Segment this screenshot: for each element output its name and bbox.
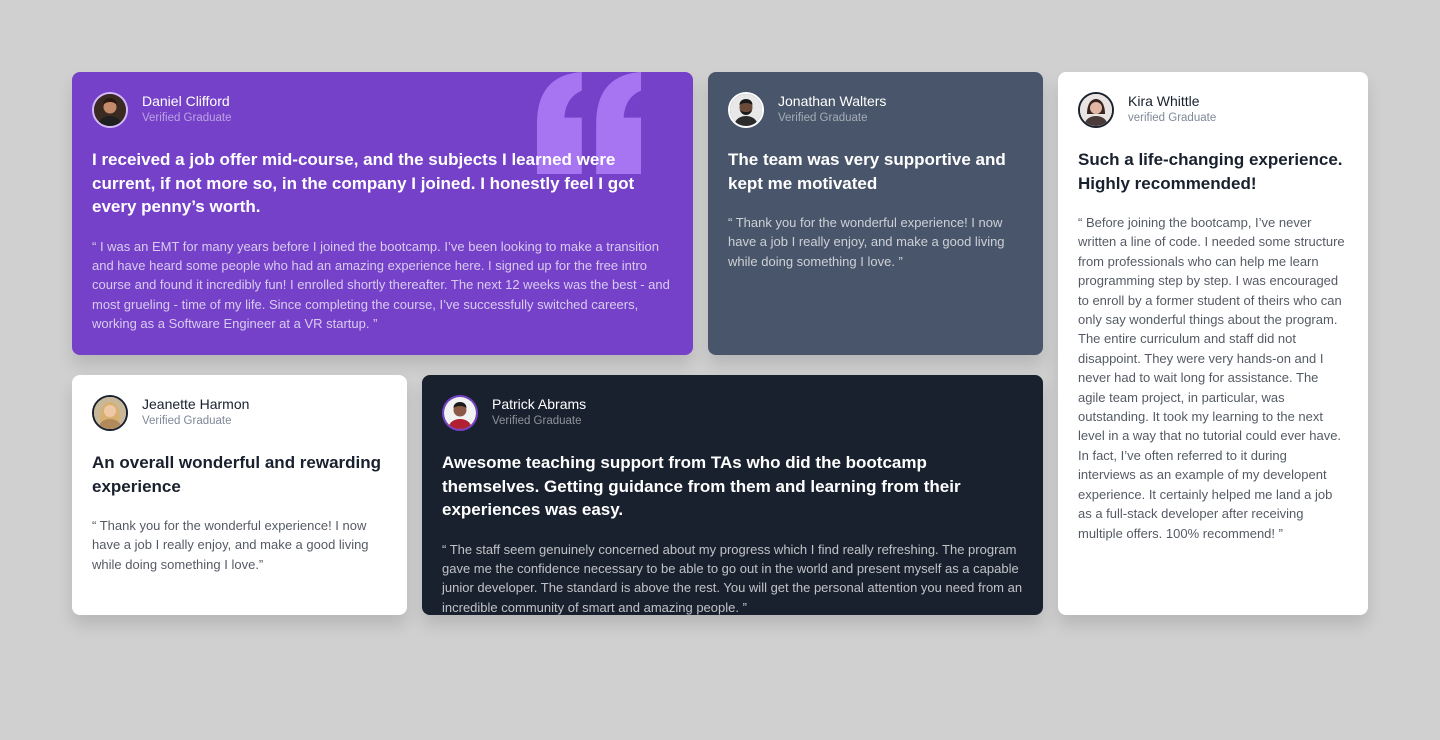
card-header: Daniel Clifford Verified Graduate bbox=[92, 92, 673, 128]
author-name: Kira Whittle bbox=[1128, 93, 1200, 109]
testimonial-body: “ I was an EMT for many years before I j… bbox=[92, 238, 670, 332]
avatar bbox=[728, 92, 764, 128]
testimonial-card-jeanette: Jeanette Harmon Verified Graduate An ove… bbox=[72, 375, 407, 615]
card-header: Patrick Abrams Verified Graduate bbox=[442, 395, 1023, 431]
author-meta: Patrick Abrams Verified Graduate bbox=[492, 396, 586, 430]
author-role: Verified Graduate bbox=[142, 112, 232, 124]
testimonial-card-daniel: Daniel Clifford Verified Graduate I rece… bbox=[72, 72, 693, 355]
author-role: Verified Graduate bbox=[492, 415, 582, 427]
author-name: Jeanette Harmon bbox=[142, 396, 250, 412]
testimonial-headline: Such a life-changing experience. Highly … bbox=[1078, 150, 1343, 193]
testimonial-body: “ Thank you for the wonderful experience… bbox=[92, 518, 369, 572]
testimonial-headline: The team was very supportive and kept me… bbox=[728, 150, 1006, 193]
testimonial-card-kira: Kira Whittle verified Graduate Such a li… bbox=[1058, 72, 1368, 615]
author-name: Patrick Abrams bbox=[492, 396, 587, 412]
author-meta: Jonathan Walters Verified Graduate bbox=[778, 93, 886, 127]
author-name: Jonathan Walters bbox=[778, 93, 887, 109]
card-header: Kira Whittle verified Graduate bbox=[1078, 92, 1348, 128]
author-meta: Kira Whittle verified Graduate bbox=[1128, 93, 1216, 127]
avatar bbox=[92, 92, 128, 128]
avatar bbox=[1078, 92, 1114, 128]
testimonial-card-patrick: Patrick Abrams Verified Graduate Awesome… bbox=[422, 375, 1043, 615]
avatar bbox=[442, 395, 478, 431]
card-header: Jonathan Walters Verified Graduate bbox=[728, 92, 1023, 128]
testimonial-headline: I received a job offer mid-course, and t… bbox=[92, 150, 635, 216]
testimonial-headline: An overall wonderful and rewarding exper… bbox=[92, 453, 382, 496]
author-role: verified Graduate bbox=[1128, 112, 1217, 124]
author-meta: Daniel Clifford Verified Graduate bbox=[142, 93, 232, 127]
author-meta: Jeanette Harmon Verified Graduate bbox=[142, 396, 249, 430]
author-role: Verified Graduate bbox=[142, 415, 232, 427]
testimonial-body: “ The staff seem genuinely concerned abo… bbox=[442, 541, 1023, 615]
card-header: Jeanette Harmon Verified Graduate bbox=[92, 395, 387, 431]
testimonial-card-jonathan: Jonathan Walters Verified Graduate The t… bbox=[708, 72, 1043, 355]
testimonial-body: “ Thank you for the wonderful experience… bbox=[728, 215, 1005, 269]
avatar bbox=[92, 395, 128, 431]
author-name: Daniel Clifford bbox=[142, 93, 230, 109]
testimonial-body: “ Before joining the bootcamp, I’ve neve… bbox=[1078, 215, 1345, 541]
author-role: Verified Graduate bbox=[778, 112, 868, 124]
testimonial-headline: Awesome teaching support from TAs who di… bbox=[442, 453, 961, 519]
